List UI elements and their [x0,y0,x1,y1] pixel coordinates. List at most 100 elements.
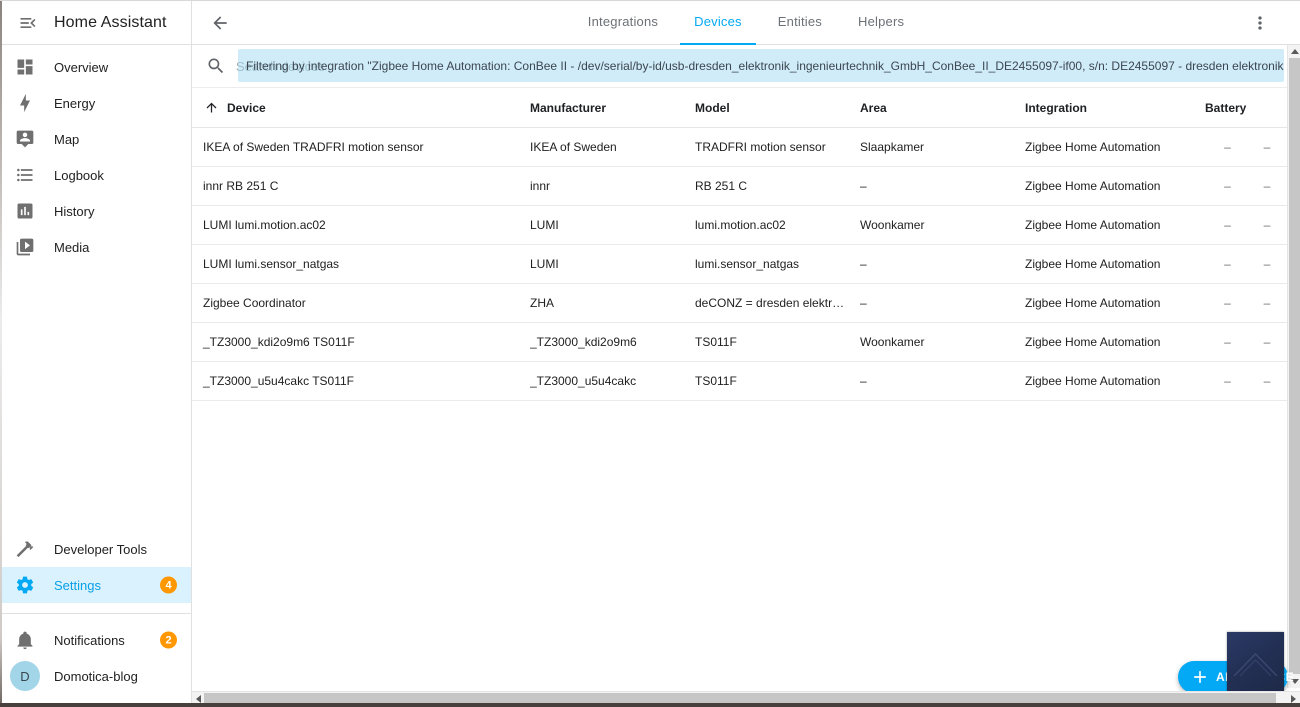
sidebar: Home Assistant Overview Energy Map Logbo… [0,1,192,704]
sidebar-item-notifications[interactable]: Notifications 2 [0,622,191,658]
cell-extra: – [1263,218,1271,232]
vertical-scrollbar[interactable] [1287,45,1300,688]
cell-extra: – [1263,179,1271,193]
cell-integration: Zigbee Home Automation [1025,257,1161,271]
hammer-icon [14,538,36,560]
sidebar-item[interactable]: Map [0,121,191,157]
main-panel: Integrations Devices Entities Helpers Se… [192,1,1300,704]
overflow-menu-icon[interactable] [1242,5,1278,41]
sidebar-item-label: Notifications [54,632,125,648]
column-header-device[interactable]: Device [192,100,530,116]
tab-bar: Integrations Devices Entities Helpers [192,1,1300,45]
bell-icon [14,629,36,651]
sidebar-divider [0,613,191,614]
sidebar-item[interactable]: Logbook [0,157,191,193]
sidebar-item-label: Logbook [54,167,104,183]
sidebar-item-icon [14,200,36,222]
cell-area: Woonkamer [860,335,925,349]
tab-helpers[interactable]: Helpers [844,1,918,45]
column-label: Device [227,100,266,115]
table-row[interactable]: _TZ3000_u5u4cakc TS011F _TZ3000_u5u4cakc… [192,362,1300,401]
sidebar-item[interactable]: History [0,193,191,229]
sidebar-toggle-icon[interactable] [12,7,44,39]
column-header-area[interactable]: Area [860,101,1025,115]
sidebar-item-settings[interactable]: Settings 4 [0,567,191,603]
filter-chip-label: Filtering by integration "Zigbee Home Au… [246,58,1284,73]
cell-extra: – [1263,140,1271,154]
sidebar-item-icon [14,164,36,186]
search-bar[interactable]: Search devices Filtering by integration … [192,45,1300,88]
vertical-scrollbar-thumb[interactable] [1289,58,1300,674]
cell-model: TS011F [695,335,737,349]
table-row[interactable]: LUMI lumi.sensor_natgas LUMI lumi.sensor… [192,245,1300,284]
filter-chip[interactable]: Filtering by integration "Zigbee Home Au… [238,49,1284,82]
table-row[interactable]: Zigbee Coordinator ZHA deCONZ = dresden … [192,284,1300,323]
sidebar-item-label: Settings [54,577,101,593]
scroll-up-arrow-icon[interactable] [1291,49,1299,54]
cell-manufacturer: innr [530,179,551,193]
sidebar-item-label: Overview [54,59,109,75]
cell-extra: – [1263,296,1271,310]
table-row[interactable]: IKEA of Sweden TRADFRI motion sensor IKE… [192,128,1300,167]
table-row[interactable]: _TZ3000_kdi2o9m6 TS011F _TZ3000_kdi2o9m6… [192,323,1300,362]
table-empty-area [192,401,1300,704]
cell-battery: – [1224,296,1231,310]
cell-area: – [860,296,867,310]
home-assistant-logo-tile [1227,632,1284,695]
scroll-right-arrow-icon[interactable] [1291,695,1296,703]
cell-device: _TZ3000_kdi2o9m6 TS011F [203,335,355,349]
sidebar-item-icon [14,92,36,114]
column-header-integration[interactable]: Integration [1025,101,1205,115]
cell-model: deCONZ = dresden elektronik d… [695,296,860,310]
cell-device: LUMI lumi.motion.ac02 [203,218,326,232]
cell-integration: Zigbee Home Automation [1025,218,1161,232]
cell-device: Zigbee Coordinator [203,296,306,310]
sidebar-item[interactable]: Overview [0,49,191,85]
cell-integration: Zigbee Home Automation [1025,335,1161,349]
cell-area: Slaapkamer [860,140,925,154]
tab-entities[interactable]: Entities [764,1,836,45]
cell-area: – [860,179,867,193]
table-row[interactable]: innr RB 251 C innr RB 251 C – Zigbee Hom… [192,167,1300,206]
column-header-battery[interactable]: Battery [1205,101,1284,115]
cell-manufacturer: LUMI [530,218,559,232]
sidebar-item-label: Map [54,131,80,147]
sidebar-item-label: Media [54,239,90,255]
cell-manufacturer: _TZ3000_u5u4cakc [530,374,637,388]
column-header-manufacturer[interactable]: Manufacturer [530,101,695,115]
cell-device: _TZ3000_u5u4cakc TS011F [203,374,354,388]
sidebar-item-profile[interactable]: D Domotica-blog [0,658,191,694]
cell-manufacturer: _TZ3000_kdi2o9m6 [530,335,637,349]
sidebar-item[interactable]: Media [0,229,191,265]
sidebar-item-label: Developer Tools [54,541,147,557]
cell-extra: – [1263,374,1271,388]
sidebar-item-developer-tools[interactable]: Developer Tools [0,531,191,567]
cell-battery: – [1224,218,1231,232]
cell-manufacturer: IKEA of Sweden [530,140,617,154]
sidebar-nav: Overview Energy Map Logbook History Medi… [0,45,191,265]
sidebar-item[interactable]: Energy [0,85,191,121]
sidebar-item-icon [14,236,36,258]
home-assistant-window: Home Assistant Overview Energy Map Logbo… [0,0,1300,707]
window-bottom-edge [0,703,1300,707]
notifications-badge: 2 [160,631,177,649]
cell-battery: – [1224,140,1231,154]
cell-area: – [860,374,867,388]
settings-badge: 4 [160,576,177,594]
back-arrow-icon[interactable] [200,3,240,43]
topbar: Integrations Devices Entities Helpers [192,1,1300,45]
cell-extra: – [1263,335,1271,349]
tab-integrations[interactable]: Integrations [574,1,672,45]
cell-extra: – [1263,257,1271,271]
table-row[interactable]: LUMI lumi.motion.ac02 LUMI lumi.motion.a… [192,206,1300,245]
cell-model: TRADFRI motion sensor [695,140,826,154]
column-header-model[interactable]: Model [695,101,860,115]
tab-devices[interactable]: Devices [680,1,756,45]
cell-integration: Zigbee Home Automation [1025,179,1161,193]
scroll-left-arrow-icon[interactable] [196,695,201,703]
window-left-edge [0,1,2,707]
app-title: Home Assistant [54,13,167,31]
cell-model: RB 251 C [695,179,748,193]
cell-model: TS011F [695,374,737,388]
sidebar-item-label: Energy [54,95,96,111]
